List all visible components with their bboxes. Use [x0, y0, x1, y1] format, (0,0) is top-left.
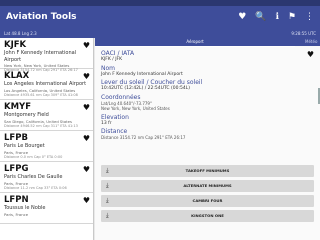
airport-code: LFPG [4, 164, 29, 174]
search-icon[interactable]: 🔍 [255, 11, 266, 23]
airport-detail-panel: Aéroport Météo ♥ OACI / IATA KJFK / JFK … [95, 38, 320, 240]
more-icon[interactable]: ⋮ [305, 11, 314, 23]
info-icon[interactable]: ℹ [276, 11, 279, 23]
app-bar: Aviation Tools ♥ 🔍 ℹ ⚑ ⋮ [0, 6, 320, 30]
airport-name: John F Kennedy International Airport [4, 50, 77, 63]
airport-code: KMYF [4, 102, 32, 112]
elevation-label: Elevation [101, 113, 129, 121]
lever-label: Lever du soleil / Coucher du soleil [101, 79, 203, 86]
heart-icon[interactable]: ♥ [83, 165, 90, 174]
heart-icon[interactable]: ♥ [83, 103, 90, 112]
document-buttons: ⤓ TAKEOFF MINIMUMS ⤓ ALTERNATE MINIMUMS … [101, 165, 314, 225]
distance-label: Distance [101, 128, 128, 135]
current-position: Lat 48.8 Lng 2.3 [4, 31, 37, 36]
oaci-label: OACI / IATA [101, 50, 135, 57]
airport-code: KLAX [4, 71, 30, 81]
airport-list[interactable]: KJFK John F Kennedy International Airpor… [0, 38, 94, 240]
detail-tabs: Aéroport Météo [95, 38, 320, 47]
button-label: TAKEOFF MINIMUMS [185, 168, 230, 173]
nom-label: Nom [101, 64, 116, 72]
list-item[interactable]: KMYF Montgomery Field San Diego, Califor… [0, 100, 93, 131]
button-label: CAMBRI FOUR [192, 198, 223, 203]
button-label: ALTERNATE MINIMUMS [183, 183, 232, 188]
list-item[interactable]: LFPB Paris Le Bourget Paris, France Dist… [0, 131, 93, 162]
airport-distance: Distance 11.2 nm Cap 33° ETA 0:06 [4, 185, 67, 190]
tab-aeroport[interactable]: Aéroport [95, 38, 295, 47]
airport-distance: Distance 4935.61 nm Cap 309° ETA 41:08 [4, 92, 78, 97]
coordinate-bar: Lat 48.8 Lng 2.3 9:28:55 UTC [0, 30, 320, 38]
airport-code: LFPB [4, 133, 28, 143]
elevation-value: 13 fr [101, 120, 112, 126]
list-item[interactable]: LFPN Toussus le Noble Paris, France ♥ [0, 193, 93, 224]
detail-content: OACI / IATA KJFK / JFK Nom John F Kenned… [95, 46, 320, 143]
app-title: Aviation Tools [6, 12, 77, 22]
heart-icon[interactable]: ♥ [307, 50, 314, 59]
button-label: KINGSTON ONE [191, 213, 224, 218]
list-item[interactable]: KLAX Los Angeles International Airport L… [0, 69, 93, 100]
appbar-actions: ♥ 🔍 ℹ ⚑ ⋮ [238, 11, 314, 23]
current-time: 9:28:55 UTC [291, 31, 316, 36]
airport-distance: Distance 0.0 nm Cap 0° ETA 0:00 [4, 154, 63, 159]
heart-icon[interactable]: ♥ [83, 41, 90, 50]
coord-label: Coordonnées [101, 93, 141, 101]
airport-name: Los Angeles International Airport [4, 81, 87, 87]
nom-value: John F Kennedy International Airport [101, 71, 183, 77]
airport-distance: Distance 4946.52 nm Cap 311° ETA 41:13 [4, 123, 78, 128]
cambri-four-button[interactable]: ⤓ CAMBRI FOUR [101, 195, 314, 207]
airport-code: KJFK [4, 40, 27, 50]
alternate-minimums-button[interactable]: ⤓ ALTERNATE MINIMUMS [101, 180, 314, 192]
lever-value: 10:42UTC (12:42L) / 22:54UTC (00:54L) [101, 86, 190, 91]
heart-icon[interactable]: ♥ [83, 72, 90, 81]
heart-icon[interactable]: ♥ [83, 196, 90, 205]
distance-value: Distance 3154.72 nm Cap 291° ETA 26:17 [101, 135, 186, 140]
heart-icon[interactable]: ♥ [83, 134, 90, 143]
list-item[interactable]: LFPG Paris Charles De Gaulle Paris, Fran… [0, 162, 93, 193]
kingston-one-button[interactable]: ⤓ KINGSTON ONE [101, 210, 314, 222]
flag-icon[interactable]: ⚑ [288, 11, 296, 23]
tab-meteo[interactable]: Météo [305, 38, 317, 46]
heart-icon[interactable]: ♥ [238, 11, 246, 23]
airport-place: Paris, France [4, 211, 29, 217]
airport-code: LFPN [4, 195, 29, 205]
coord-location: New York, New York, United States [101, 106, 170, 111]
oaci-value: KJFK / JFK [101, 57, 123, 62]
list-item[interactable]: KJFK John F Kennedy International Airpor… [0, 38, 93, 72]
takeoff-minimums-button[interactable]: ⤓ TAKEOFF MINIMUMS [101, 165, 314, 177]
